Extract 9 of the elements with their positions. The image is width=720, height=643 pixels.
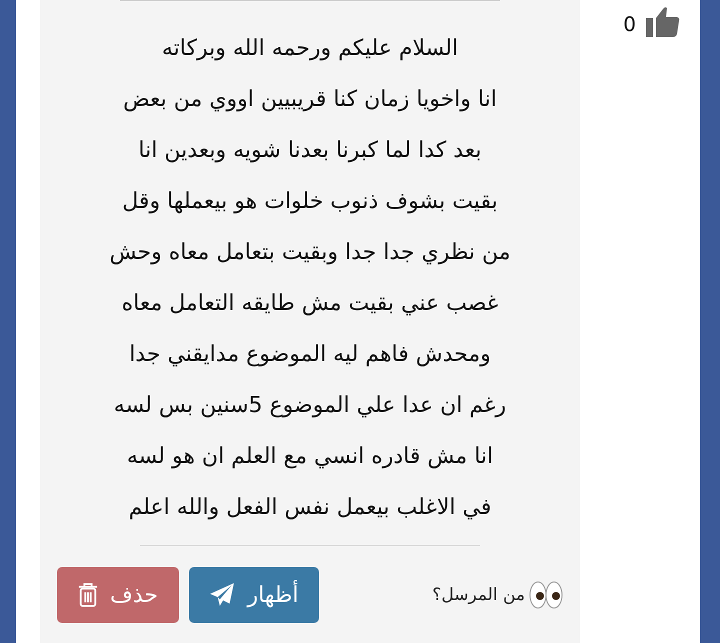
message-text: السلام عليكم ورحمه الله وبركاته انا واخويا زمان كنا قريبيين اووي من بعض بعد كدا لما كبرنا بعدنا شويه وبعدين انا بقيت بشوف ذنوب خلوات هو بيعملها وقل من نظري جدا جدا وبقيت بتعامل معاه وحش غصب عني بقيت مش طايقه التعامل معاه ومحدش فاهم ليه الموضوع مدايقني جدا رغم ان عدا علي الموضوع 5سنين بس لسه انا مش قادره انسي مع العلم ان هو لسه في الاغلب بيعمل نفس الفعل والله اعلم bbox=[109, 35, 511, 522]
sender-label: من المرسل؟ bbox=[432, 585, 525, 605]
paper-plane-icon bbox=[209, 582, 236, 608]
delete-button[interactable]: حذف bbox=[57, 567, 179, 623]
thumbs-up-icon[interactable] bbox=[646, 6, 680, 38]
like-count: 0 bbox=[623, 12, 636, 36]
trash-icon bbox=[78, 582, 98, 608]
show-button[interactable]: أظهار bbox=[189, 567, 319, 623]
eyes-icon bbox=[529, 580, 563, 610]
